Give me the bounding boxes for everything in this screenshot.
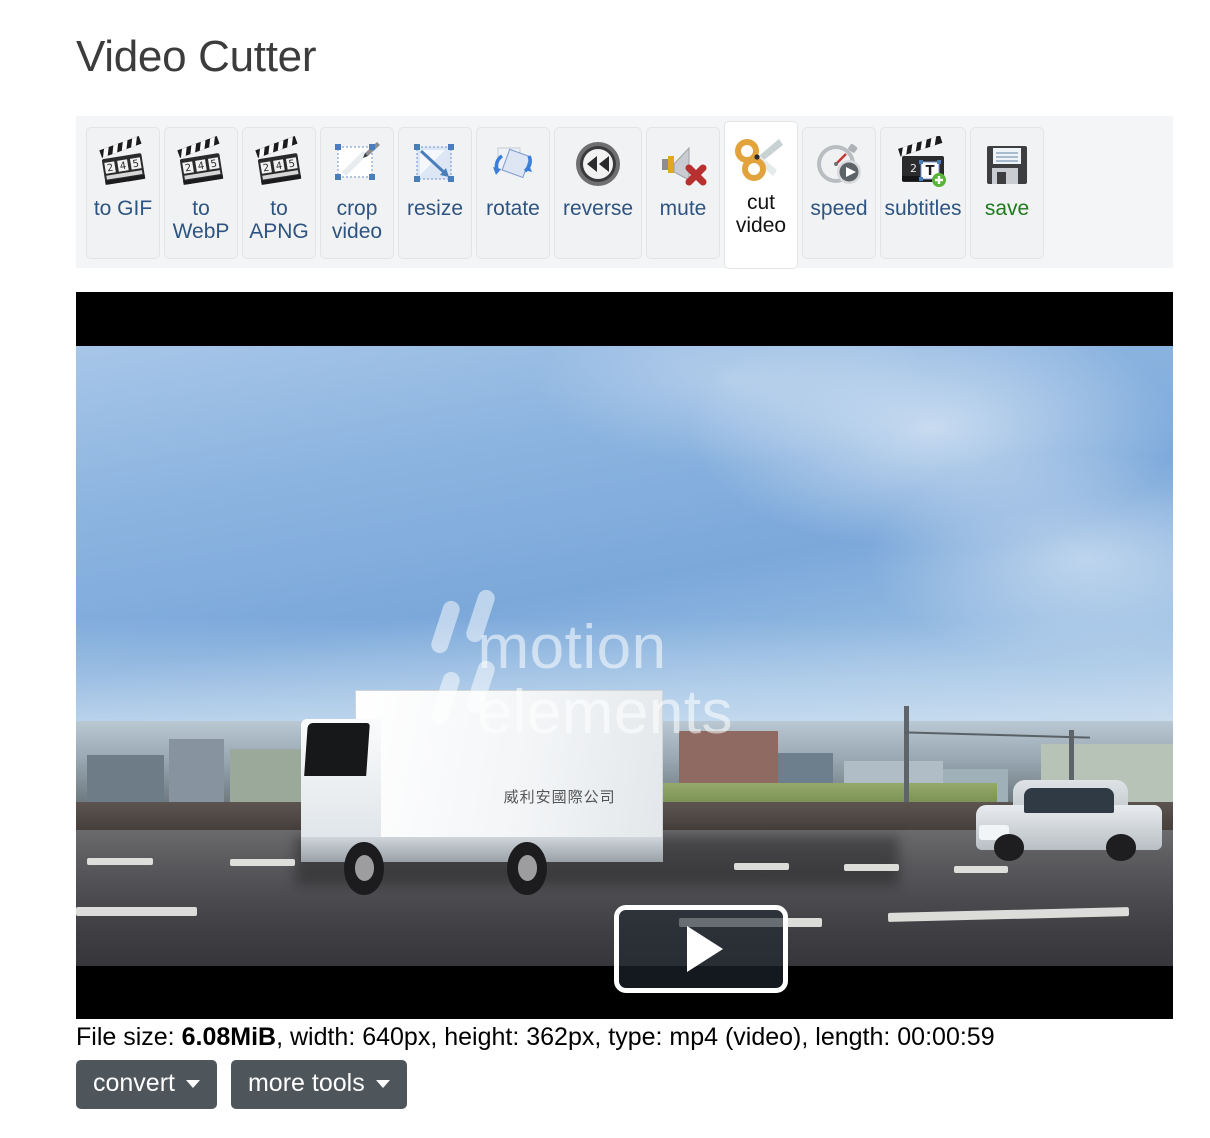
video-player[interactable]: 威利安國際公司 motion elements [76,292,1173,1019]
tool-label: crop video [331,197,383,243]
play-button[interactable] [614,905,788,993]
action-button-row: convert more tools [76,1060,407,1109]
tool-subtitles[interactable]: 2 T subtitles [880,127,966,259]
tool-label: to WebP [172,197,230,243]
speaker-mute-icon [662,146,707,186]
tool-speed[interactable]: speed [802,127,876,259]
tool-label: resize [406,197,464,220]
file-info: File size: 6.08MiB, width: 640px, height… [76,1023,995,1052]
more-tools-label: more tools [247,1069,365,1097]
page-root: Video Cutter 2 4 5 to GIF 2 4 5 to WebP … [0,0,1210,1109]
tool-label: reverse [562,197,634,220]
convert-label: convert [93,1069,175,1097]
rewind-icon [576,142,620,186]
tool-label: to APNG [249,197,309,243]
tool-label: mute [659,197,707,220]
tool-crop-video[interactable]: crop video [320,127,394,259]
tool-rotate[interactable]: rotate [476,127,550,259]
crop-pen-icon [335,142,380,180]
tool-label: cut video [735,191,787,237]
tool-to-webp[interactable]: 2 4 5 to WebP [164,127,238,259]
chevron-down-icon [375,1079,390,1088]
tool-to-apng[interactable]: 2 4 5 to APNG [242,127,316,259]
convert-button[interactable]: convert [76,1060,217,1109]
clapperboard-icon: 2 4 5 [177,136,224,185]
tool-save[interactable]: save [970,127,1044,259]
video-frame: 威利安國際公司 motion elements [76,346,1173,966]
tool-mute[interactable]: mute [646,127,720,259]
tool-label: speed [810,197,868,220]
rotate-icon [493,147,532,179]
clapperboard-text-icon: 2 T [898,136,946,187]
svg-text:2: 2 [910,162,917,175]
scissors-icon [735,139,783,181]
play-icon [687,926,723,972]
tool-label: subtitles [884,197,962,220]
utility-pole [904,705,910,805]
file-size-value: 6.08MiB [181,1023,277,1051]
tool-resize[interactable]: resize [398,127,472,259]
truck-side-text: 威利安國際公司 [503,788,616,807]
stopwatch-play-icon [817,144,861,184]
floppy-disk-icon [987,146,1027,184]
more-tools-button[interactable]: more tools [230,1060,407,1109]
tool-cut-video[interactable]: cut video [724,121,798,269]
clapperboard-icon: 2 4 5 [99,136,146,185]
file-size-label: File size: [76,1023,175,1051]
tool-to-gif[interactable]: 2 4 5 to GIF [86,127,160,259]
page-title: Video Cutter [76,32,317,81]
file-meta: , width: 640px, height: 362px, type: mp4… [276,1023,995,1051]
clapperboard-icon: 2 4 5 [255,136,302,185]
silver-car [975,780,1163,861]
box-truck: 威利安國際公司 [300,690,663,895]
tool-toolbar: 2 4 5 to GIF 2 4 5 to WebP 2 4 5 to APNG… [76,116,1173,269]
tool-label: rotate [486,197,540,220]
tool-label: save [984,197,1030,220]
resize-arrow-icon [414,144,454,182]
chevron-down-icon [185,1079,200,1088]
tool-label: to GIF [93,197,153,220]
tool-reverse[interactable]: reverse [554,127,642,259]
